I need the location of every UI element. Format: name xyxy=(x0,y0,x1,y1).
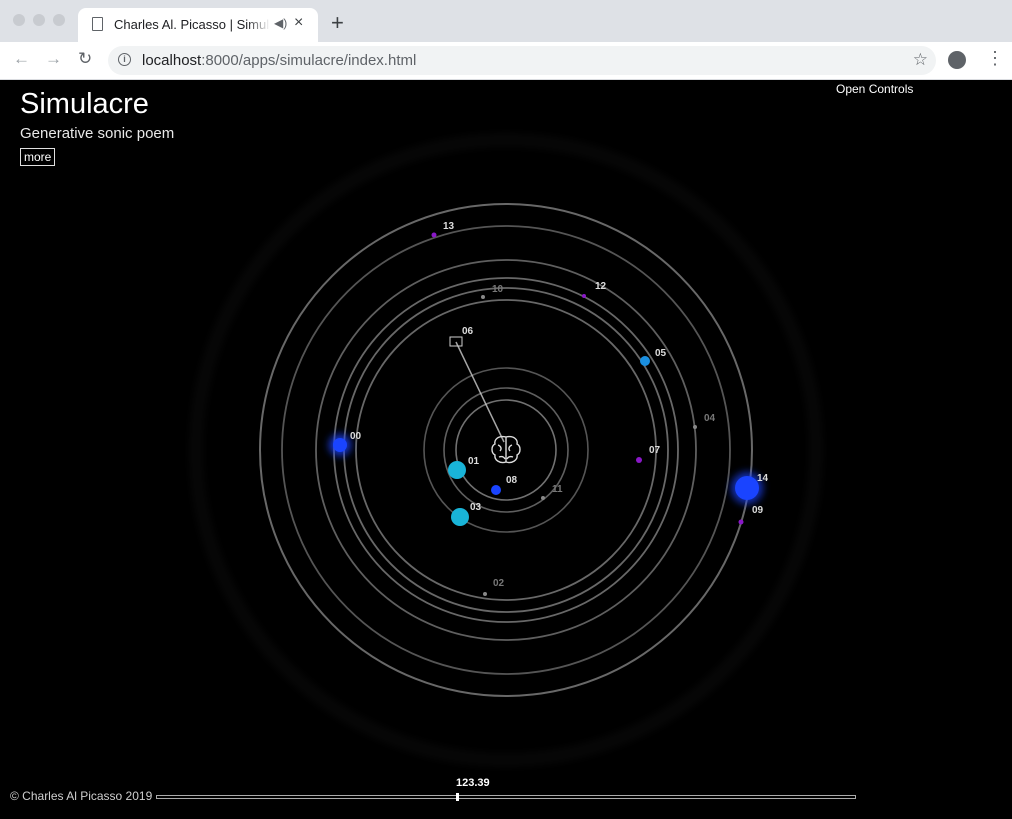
planet-12[interactable] xyxy=(582,294,586,298)
bookmark-star-icon[interactable]: ☆ xyxy=(913,50,928,70)
timeline-slider[interactable] xyxy=(156,793,856,801)
more-button[interactable]: more xyxy=(20,148,56,166)
forward-icon[interactable]: → xyxy=(45,49,62,69)
copyright-text: © Charles Al Picasso 2019 xyxy=(10,789,153,803)
planet-13[interactable] xyxy=(431,232,437,238)
orbit-label: 05 xyxy=(655,348,667,359)
timeline-thumb[interactable] xyxy=(455,793,459,801)
tab-title: Charles Al. Picasso | Simulacre xyxy=(114,17,270,32)
planet-08[interactable] xyxy=(491,485,501,495)
reload-icon[interactable]: ↻ xyxy=(78,49,92,69)
orbit-label: 14 xyxy=(757,473,769,484)
document-icon xyxy=(92,17,103,31)
orbit-label: 10 xyxy=(492,284,504,295)
address-bar[interactable]: i localhost:8000/apps/simulacre/index.ht… xyxy=(108,46,936,75)
orbit-label: 01 xyxy=(468,456,480,467)
orbit-label: 11 xyxy=(552,484,563,495)
info-icon[interactable]: i xyxy=(118,53,131,66)
window-close-dot[interactable] xyxy=(13,14,25,26)
planet-11[interactable] xyxy=(541,496,545,500)
time-label: 123.39 xyxy=(456,777,490,789)
planet-09[interactable] xyxy=(738,519,744,525)
orbit-label: 07 xyxy=(649,445,661,456)
page-content: 13 12 10 06 05 04 00 07 14 09 01 08 11 0… xyxy=(0,80,1012,819)
pointer-line xyxy=(455,341,505,443)
browser-tab[interactable]: Charles Al. Picasso | Simulacre ◀) × xyxy=(78,8,318,42)
back-icon[interactable]: ← xyxy=(13,49,30,69)
orbit-label: 02 xyxy=(493,578,505,589)
orbit-label: 12 xyxy=(595,281,607,292)
planet-02[interactable] xyxy=(483,592,487,596)
orbit-label: 09 xyxy=(752,505,764,516)
orbit-label: 13 xyxy=(443,221,455,232)
orbit-label: 00 xyxy=(350,431,362,442)
url-text[interactable]: localhost:8000/apps/simulacre/index.html xyxy=(142,52,416,69)
planet-00[interactable] xyxy=(333,438,347,452)
planet-01[interactable] xyxy=(448,461,466,479)
browser-toolbar: ← → ↻ i localhost:8000/apps/simulacre/in… xyxy=(0,42,1012,80)
browser-tab-strip: Charles Al. Picasso | Simulacre ◀) × + xyxy=(0,0,1012,42)
orbit-visualization[interactable]: 13 12 10 06 05 04 00 07 14 09 01 08 11 0… xyxy=(0,80,1012,819)
pointer-box xyxy=(449,336,463,347)
planet-07[interactable] xyxy=(636,457,642,463)
page-subtitle: Generative sonic poem xyxy=(20,125,175,142)
planet-05[interactable] xyxy=(640,356,650,366)
open-controls-button[interactable]: Open Controls xyxy=(836,82,913,96)
orbit-label: 06 xyxy=(462,326,474,337)
window-minimize-dot[interactable] xyxy=(33,14,45,26)
close-tab-icon[interactable]: × xyxy=(294,14,303,32)
planet-04[interactable] xyxy=(693,425,697,429)
speaker-icon[interactable]: ◀) xyxy=(274,16,287,30)
orbit-label: 03 xyxy=(470,502,482,513)
planet-10[interactable] xyxy=(481,295,485,299)
planet-03[interactable] xyxy=(451,508,469,526)
window-zoom-dot[interactable] xyxy=(53,14,65,26)
new-tab-button[interactable]: + xyxy=(331,12,344,34)
page-title: Simulacre xyxy=(20,88,149,120)
planets xyxy=(329,232,763,596)
orbit-labels: 13 12 10 06 05 04 00 07 14 09 01 08 11 0… xyxy=(350,221,769,589)
orbit-label: 08 xyxy=(506,475,518,486)
brain-icon[interactable] xyxy=(491,435,521,464)
orbit-label: 04 xyxy=(704,413,716,424)
profile-icon[interactable] xyxy=(948,51,966,69)
planet-14[interactable] xyxy=(735,476,759,500)
browser-menu-icon[interactable]: ⋮ xyxy=(986,49,1004,67)
